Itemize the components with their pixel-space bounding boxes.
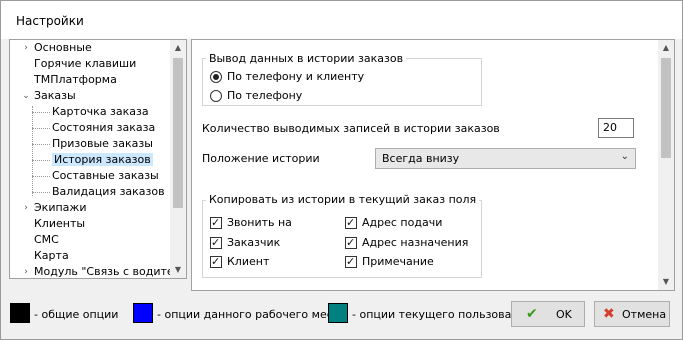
cancel-button[interactable]: ✖ Отмена (594, 301, 670, 327)
checkbox[interactable] (345, 235, 357, 251)
tree-item[interactable]: Валидация заказов (32, 184, 165, 200)
settings-content-panel: Вывод данных в истории заказов По телефо… (191, 39, 675, 291)
tree-connector (32, 192, 50, 193)
checkbox-label: Клиент (227, 255, 270, 268)
tree-item-label: Заказы (34, 89, 76, 102)
checkbox[interactable] (345, 215, 357, 231)
history-position-label: Положение истории (202, 152, 320, 165)
tree-item[interactable]: Состояния заказа (32, 120, 156, 136)
tree-scrollbar[interactable]: ▲ ▼ (170, 40, 186, 278)
tree-connector (32, 112, 50, 113)
legend-label-workstation: - опции данного рабочего места (157, 308, 346, 321)
tree-item-label: Состояния заказа (52, 121, 156, 134)
window-title: Настройки (16, 14, 84, 28)
chevron-down-icon: ⌄ (620, 151, 629, 162)
tree-item[interactable]: Клиенты (34, 216, 85, 232)
records-count-label: Количество выводимых записей в истории з… (202, 122, 500, 135)
tree-connector (32, 128, 50, 129)
tree-item[interactable]: › Основные (24, 40, 92, 56)
settings-tree[interactable]: › Основные Горячие клавиши ТМПлатформа ⌄ Зака… (9, 39, 187, 279)
tree-item[interactable]: Составные заказы (32, 168, 159, 184)
radio-button[interactable] (210, 71, 222, 83)
legend-swatch-user (328, 303, 348, 323)
tree-item-label: Валидация заказов (52, 185, 165, 198)
chevron-right-icon[interactable]: › (21, 264, 31, 278)
checkbox-label: Заказчик (227, 236, 281, 249)
content-scroll-thumb[interactable] (661, 58, 671, 158)
checkbox-label: Адрес назначения (362, 236, 469, 249)
copy-fields-caption: Копировать из истории в текущий заказ по… (206, 193, 480, 206)
chevron-down-icon[interactable]: ⌄ (21, 88, 31, 104)
tree-item[interactable]: Карта (34, 248, 69, 264)
title-bar: Настройки (1, 1, 682, 39)
legend-label-general: - общие опции (34, 308, 119, 321)
checkbox-label: Звонить на (227, 216, 292, 229)
tree-item-label: СМС (34, 233, 59, 246)
checkbox-label: Адрес подачи (362, 216, 443, 229)
tree-item[interactable]: Призовые заказы (32, 136, 153, 152)
close-icon: ✖ (603, 306, 615, 322)
tree-item-label: Карточка заказа (52, 105, 149, 118)
tree-scroll-thumb[interactable] (173, 58, 183, 208)
scroll-down-icon[interactable]: ▼ (170, 262, 186, 278)
tree-item-label: Основные (34, 41, 92, 54)
radio-button[interactable] (210, 90, 222, 102)
history-position-value: Всегда внизу (382, 152, 460, 165)
radio-label: По телефону и клиенту (227, 70, 365, 83)
tree-item[interactable]: Карточка заказа (32, 104, 149, 120)
radio-label: По телефону (227, 89, 303, 102)
tree-item-label: Клиенты (34, 217, 86, 230)
checkbox[interactable] (210, 254, 222, 270)
checkbox-label: Примечание (362, 255, 434, 268)
check-icon: ✔ (526, 306, 538, 322)
chevron-right-icon[interactable]: › (21, 40, 31, 56)
tree-item[interactable]: СМС (34, 232, 59, 248)
tree-connector (32, 144, 50, 145)
checkbox[interactable] (210, 215, 222, 231)
history-position-select[interactable]: Всегда внизу ⌄ (375, 148, 636, 169)
ok-button-label: OK (556, 308, 572, 321)
cancel-button-label: Отмена (622, 308, 667, 321)
ok-button[interactable]: ✔ OK (511, 301, 585, 327)
checkbox[interactable] (345, 254, 357, 270)
settings-window: Настройки › Основные Горячие клавиши ТМПлат… (0, 0, 683, 340)
tree-item-label: Карта (34, 249, 69, 262)
tree-item[interactable]: История заказов (32, 152, 153, 168)
content-scrollbar[interactable]: ▲ ▼ (658, 40, 674, 290)
tree-item[interactable]: ТМПлатформа (34, 72, 117, 88)
legend-swatch-general (10, 303, 30, 323)
tree-item-label: ТМПлатформа (34, 73, 117, 86)
tree-connector (32, 160, 50, 161)
tree-item[interactable]: Горячие клавиши (34, 56, 136, 72)
records-count-input[interactable]: 20 (598, 118, 634, 138)
tree-connector-vertical (32, 106, 33, 196)
tree-item-label: Призовые заказы (52, 137, 153, 150)
tree-item-label: Модуль "Связь с водителя (34, 265, 187, 278)
tree-item-label: История заказов (52, 153, 153, 166)
legend-swatch-workstation (133, 303, 153, 323)
history-output-caption: Вывод данных в истории заказов (206, 52, 407, 65)
tree-connector (32, 176, 50, 177)
tree-item[interactable]: › Экипажи (24, 200, 87, 216)
scroll-down-icon[interactable]: ▼ (658, 274, 674, 290)
scroll-up-icon[interactable]: ▲ (170, 40, 186, 56)
tree-item-label: Составные заказы (52, 169, 159, 182)
tree-item-label: Экипажи (34, 201, 87, 214)
chevron-right-icon[interactable]: › (21, 200, 31, 216)
tree-item[interactable]: ⌄ Заказы (22, 88, 76, 104)
tree-item[interactable]: › Модуль "Связь с водителя (24, 264, 187, 278)
scroll-up-icon[interactable]: ▲ (658, 40, 674, 56)
tree-item-label: Горячие клавиши (34, 57, 137, 70)
checkbox[interactable] (210, 235, 222, 251)
